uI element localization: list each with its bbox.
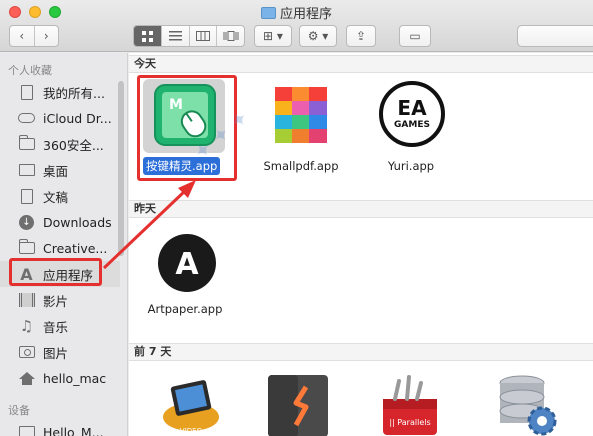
grid-icon <box>141 30 153 42</box>
ea-logo-subtext: GAMES <box>394 120 430 130</box>
app-label-yuri: Yuri.app <box>387 159 435 173</box>
sidebar-item-icloud-drive[interactable]: iCloud Dr... <box>0 105 120 131</box>
artpaper-app-icon: A <box>158 234 216 292</box>
desktop-icon <box>18 163 35 178</box>
sidebar-item-label: 我的所有... <box>43 85 105 101</box>
title-bar: 应用程序 ‹ › ⊞ ▾ ⚙ ▾ ⇪ ▭ <box>0 0 593 52</box>
sidebar-item-label: 应用程序 <box>43 267 94 283</box>
sidebar-item-label: Creative... <box>43 240 108 256</box>
laptop-icon <box>18 425 35 436</box>
navigation-buttons: ‹ › <box>9 25 59 47</box>
film-icon <box>18 293 35 308</box>
video-label: VIDEO <box>180 427 203 435</box>
artpaper-letter: A <box>175 247 199 282</box>
applications-icon: A <box>20 264 33 284</box>
app-item-smallpdf[interactable]: Smallpdf.app <box>251 79 351 179</box>
cloud-icon <box>18 111 35 126</box>
app-item-parallels[interactable]: || Parallels <box>367 371 467 436</box>
cover-flow-view-button[interactable] <box>216 26 244 46</box>
sidebar-item-360[interactable]: 360安全... <box>0 131 120 157</box>
sidebar-item-desktop[interactable]: 桌面 <box>0 157 120 183</box>
action-button[interactable]: ⚙ ▾ <box>299 25 337 47</box>
app-label-artpaper: Artpaper.app <box>147 302 223 316</box>
window-title-text: 应用程序 <box>279 7 332 22</box>
document-icon <box>18 188 35 204</box>
file-browser: 今天 M 按键精灵.app Smallpdf.app EA GAMES Yuri… <box>129 53 593 436</box>
sidebar-item-label: 图片 <box>43 345 69 361</box>
sidebar-item-all-files[interactable]: 我的所有... <box>0 79 120 105</box>
sidebar-item-label: Downloads <box>43 214 112 230</box>
tag-button[interactable]: ▭ <box>399 25 431 47</box>
sidebar-item-label: iCloud Dr... <box>43 110 112 126</box>
ea-games-icon: EA GAMES <box>379 81 445 147</box>
app-label-smallpdf: Smallpdf.app <box>263 159 339 173</box>
sidebar-item-label: 桌面 <box>43 163 69 179</box>
sidebar-item-downloads[interactable]: ↓ Downloads <box>0 209 120 235</box>
list-icon <box>168 31 182 41</box>
sublime-app-icon <box>268 375 328 436</box>
sidebar-scrollbar[interactable] <box>118 81 124 256</box>
music-icon: ♫ <box>19 316 34 335</box>
sidebar: 个人收藏 我的所有... iCloud Dr... 360安全... 桌面 文稿… <box>0 53 128 436</box>
search-field[interactable] <box>517 25 593 47</box>
section-today: 今天 <box>129 55 593 73</box>
parallels-app-icon: || Parallels <box>383 375 437 435</box>
camera-icon <box>18 345 35 360</box>
window-title: 应用程序 <box>0 3 593 22</box>
anjian-letter: M <box>169 97 183 113</box>
all-files-icon <box>18 84 35 100</box>
share-button[interactable]: ⇪ <box>346 25 376 47</box>
app-label-anjian: 按键精灵.app <box>143 157 221 175</box>
sidebar-item-music[interactable]: ♫ 音乐 <box>0 313 120 339</box>
folder-icon <box>18 135 35 152</box>
sidebar-item-movies[interactable]: 影片 <box>0 287 120 313</box>
database-app-icon <box>499 375 557 436</box>
columns-icon <box>195 31 210 41</box>
favorites-heading: 个人收藏 <box>8 64 52 77</box>
app-item-video[interactable]: VIDEO <box>149 371 249 436</box>
devices-heading: 设备 <box>8 404 30 417</box>
video-app-icon: VIDEO <box>163 380 219 435</box>
ea-logo-text: EA <box>397 96 427 120</box>
folder-icon <box>18 239 35 256</box>
app-item-artpaper[interactable]: A Artpaper.app <box>135 229 235 329</box>
smallpdf-app-icon <box>275 87 327 143</box>
app-item-anjian[interactable]: M 按键精灵.app <box>134 79 234 179</box>
sidebar-item-label: 影片 <box>43 293 69 309</box>
column-view-button[interactable] <box>188 26 217 46</box>
arrange-button[interactable]: ⊞ ▾ <box>254 25 292 47</box>
sidebar-item-label: 文稿 <box>43 189 69 205</box>
sidebar-item-creative[interactable]: Creative... <box>0 235 120 261</box>
sidebar-item-applications[interactable]: A 应用程序 <box>0 261 120 287</box>
sidebar-item-home[interactable]: hello_mac <box>0 365 120 391</box>
sidebar-item-label: Hello_M... <box>43 424 104 436</box>
cover-flow-icon <box>223 31 239 41</box>
section-previous-7-days: 前 7 天 <box>129 343 593 361</box>
applications-folder-icon <box>260 7 276 19</box>
parallels-label: || Parallels <box>389 418 430 427</box>
app-item-yuri[interactable]: EA GAMES Yuri.app <box>361 79 461 179</box>
sidebar-item-pictures[interactable]: 图片 <box>0 339 120 365</box>
icon-view-button[interactable] <box>134 26 161 46</box>
app-item-sublime[interactable] <box>256 371 356 436</box>
sidebar-item-label: 音乐 <box>43 319 69 335</box>
forward-button[interactable]: › <box>33 26 59 46</box>
sidebar-item-documents[interactable]: 文稿 <box>0 183 120 209</box>
sidebar-item-label: hello_mac <box>43 370 107 386</box>
back-button[interactable]: ‹ <box>10 26 34 46</box>
download-icon: ↓ <box>18 214 35 230</box>
app-item-database[interactable] <box>484 371 584 436</box>
sidebar-item-label: 360安全... <box>43 137 104 153</box>
view-mode-buttons <box>133 25 245 47</box>
sidebar-item-device[interactable]: Hello_M... <box>0 419 120 436</box>
home-icon <box>18 371 35 386</box>
anjian-app-icon: M <box>154 84 216 146</box>
list-view-button[interactable] <box>160 26 189 46</box>
section-yesterday: 昨天 <box>129 200 593 218</box>
